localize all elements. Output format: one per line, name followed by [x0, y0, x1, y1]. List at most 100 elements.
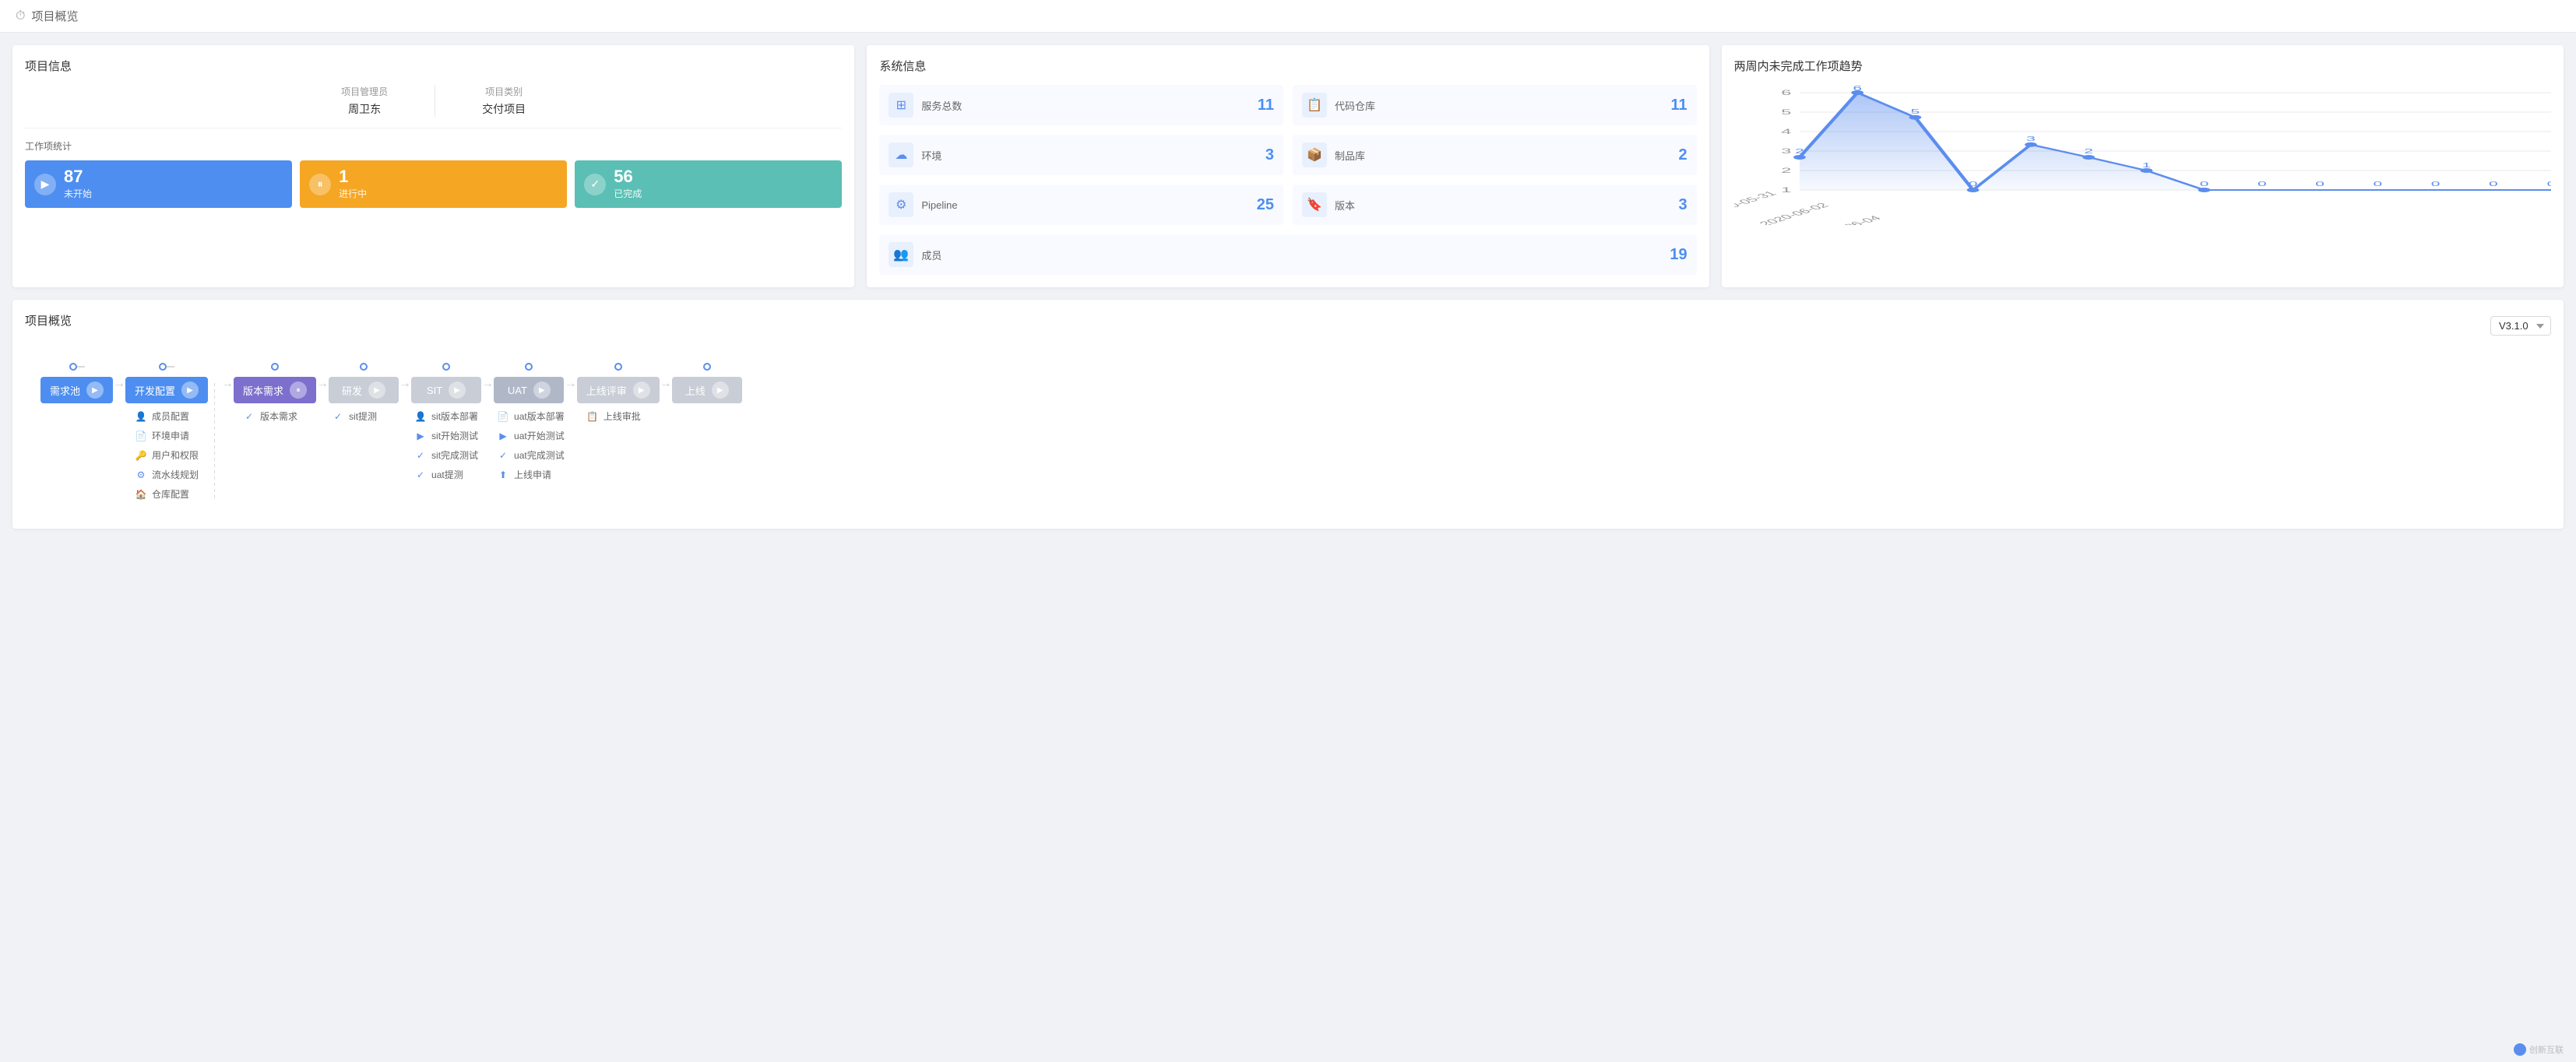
- artifact-icon: 📦: [1302, 142, 1327, 167]
- uat-deploy-icon: 📄: [497, 410, 509, 423]
- task-sit-submit-label: sit提测: [349, 410, 377, 423]
- svg-text:1: 1: [1781, 186, 1791, 194]
- stage-box-uat[interactable]: UAT ▶: [494, 377, 564, 403]
- version-select[interactable]: V3.1.0: [2490, 316, 2551, 336]
- sysinfo-members: 👥 成员 19: [879, 234, 1696, 275]
- env-apply-icon: 📄: [135, 430, 147, 442]
- task-env-apply: 📄 环境申请: [135, 429, 202, 442]
- user-perm-icon: 🔑: [135, 449, 147, 462]
- stage-dev-config: 开发配置 ▶ 👤 成员配置 📄 环境申请 🔑: [125, 363, 208, 501]
- repo-config-icon: 🏠: [135, 488, 147, 501]
- stage-label-dev-config: 开发配置: [135, 383, 175, 398]
- svg-text:2: 2: [1781, 167, 1791, 174]
- svg-text:2020-06-02: 2020-06-02: [1757, 202, 1832, 225]
- svg-text:0: 0: [1968, 181, 1977, 188]
- stage-box-sit[interactable]: SIT ▶: [411, 377, 481, 403]
- review-play-btn[interactable]: ▶: [633, 382, 650, 399]
- svg-text:0: 0: [2258, 181, 2267, 188]
- task-pipeline-plan-label: 流水线规划: [152, 468, 199, 481]
- task-pipeline-plan: ⚙ 流水线规划: [135, 468, 202, 481]
- svg-text:0: 0: [2373, 181, 2382, 188]
- project-info-title: 项目信息: [25, 58, 842, 74]
- task-sit-start-test: ▶ sit开始测试: [414, 429, 481, 442]
- services-icon: ⊞: [889, 93, 913, 118]
- stage-box-dev-config[interactable]: 开发配置 ▶: [125, 377, 208, 403]
- task-uat-submit: ✓ uat提测: [414, 468, 481, 481]
- work-stats-title: 工作项统计: [25, 139, 842, 153]
- project-info-card: 项目信息 项目管理员 周卫东 项目类别 交付项目 工作项统计 ▶ 87: [12, 45, 854, 287]
- type-value: 交付项目: [482, 101, 526, 117]
- stage-label-online: 上线: [685, 383, 706, 398]
- uat-start-test-icon: ▶: [497, 430, 509, 442]
- stage-box-online[interactable]: 上线 ▶: [672, 377, 742, 403]
- task-uat-deploy: 📄 uat版本部署: [497, 410, 565, 423]
- stage-label-req-pool: 需求池: [50, 383, 80, 398]
- dev-config-play-btn[interactable]: ▶: [181, 382, 199, 399]
- stage-box-req-pool[interactable]: 需求池 ▶: [40, 377, 113, 403]
- task-member-config: 👤 成员配置: [135, 410, 202, 423]
- task-online-approve: 📋 上线审批: [586, 410, 653, 423]
- sit-play-btn[interactable]: ▶: [449, 382, 466, 399]
- system-info-card: 系统信息 ⊞ 服务总数 11 📋 代码仓库 11 ☁ 环境 3: [867, 45, 1709, 287]
- version-label: 版本: [1335, 198, 1671, 213]
- arrow-2: →: [221, 363, 234, 422]
- task-version-req-label: 版本需求: [260, 410, 297, 423]
- chart-title: 两周内未完成工作项趋势: [1734, 58, 2551, 74]
- stage-label-review: 上线评审: [586, 383, 627, 398]
- stage-label-rd: 研发: [342, 383, 362, 398]
- type-group: 项目类别 交付项目: [482, 85, 526, 117]
- task-uat-submit-label: uat提测: [431, 468, 463, 481]
- task-sit-deploy-label: sit版本部署: [431, 410, 478, 423]
- task-sit-deploy: 👤 sit版本部署: [414, 410, 481, 423]
- svg-text:6: 6: [1781, 89, 1791, 97]
- svg-text:0: 0: [2315, 181, 2324, 188]
- stage-dot-8: [703, 363, 711, 371]
- svg-text:0: 0: [2489, 181, 2498, 188]
- top-row: 项目信息 项目管理员 周卫东 项目类别 交付项目 工作项统计 ▶ 87: [12, 45, 2564, 287]
- sysinfo-code-repo: 📋 代码仓库 11: [1293, 85, 1697, 125]
- stage-label-uat: UAT: [508, 385, 527, 396]
- arrow-1: →: [113, 363, 125, 422]
- code-repo-icon: 📋: [1302, 93, 1327, 118]
- version-req-pause-btn[interactable]: ⏸: [290, 382, 307, 399]
- rd-tasks: ✓ sit提测: [329, 410, 399, 423]
- stage-line-2: [167, 366, 174, 367]
- uat-play-btn[interactable]: ▶: [533, 382, 551, 399]
- pipeline-num: 25: [1257, 196, 1274, 214]
- version-req-task-icon: ✓: [243, 410, 255, 423]
- work-stats-row: ▶ 87 未开始 ⏸ 1 进行中 ✓ 56: [25, 160, 842, 208]
- project-info-top: 项目管理员 周卫东 项目类别 交付项目: [25, 85, 842, 128]
- stage-box-review[interactable]: 上线评审 ▶: [577, 377, 660, 403]
- pipeline-wrapper: 需求池 ▶ → 开发配置 ▶: [25, 355, 2551, 516]
- stat-box-in-progress: ⏸ 1 进行中: [300, 160, 567, 208]
- play-icon: ▶: [34, 174, 56, 195]
- arrow-3: →: [316, 363, 329, 422]
- overview-card: 项目概览 V3.1.0 需求池 ▶: [12, 300, 2564, 529]
- stat-num-in-progress: 1: [339, 168, 367, 185]
- req-pool-play-btn[interactable]: ▶: [86, 382, 104, 399]
- sysinfo-env: ☁ 环境 3: [879, 135, 1283, 175]
- svg-text:0: 0: [2546, 181, 2551, 188]
- online-play-btn[interactable]: ▶: [712, 382, 729, 399]
- stage-box-version-req[interactable]: 版本需求 ⏸: [234, 377, 316, 403]
- sit-submit-icon: ✓: [332, 410, 344, 423]
- task-repo-config: 🏠 仓库配置: [135, 487, 202, 501]
- rd-play-btn[interactable]: ▶: [368, 382, 385, 399]
- svg-text:3: 3: [2026, 135, 2036, 142]
- sit-start-test-icon: ▶: [414, 430, 427, 442]
- task-user-perm-label: 用户和权限: [152, 448, 199, 462]
- task-uat-start-test-label: uat开始测试: [514, 429, 565, 442]
- stage-version-req: 版本需求 ⏸ ✓ 版本需求: [234, 363, 316, 423]
- stage-box-rd[interactable]: 研发 ▶: [329, 377, 399, 403]
- stage-dot-1: [69, 363, 77, 371]
- svg-text:6: 6: [1853, 85, 1862, 92]
- task-online-apply-label: 上线申请: [514, 468, 551, 481]
- member-config-icon: 👤: [135, 410, 147, 423]
- svg-text:2020-05-31: 2020-05-31: [1734, 190, 1780, 216]
- stat-label-in-progress: 进行中: [339, 187, 367, 200]
- stage-review: 上线评审 ▶ 📋 上线审批: [577, 363, 660, 423]
- task-uat-start-test: ▶ uat开始测试: [497, 429, 565, 442]
- task-uat-finish-test: ✓ uat完成测试: [497, 448, 565, 462]
- system-info-title: 系统信息: [879, 58, 1696, 74]
- stage-dot-6: [525, 363, 533, 371]
